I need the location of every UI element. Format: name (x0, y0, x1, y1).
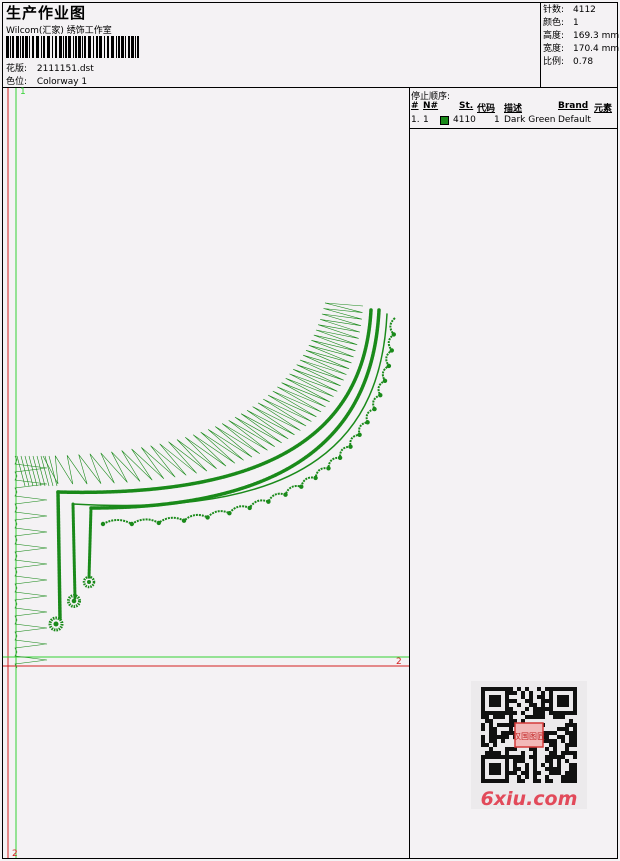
row-stitches: 1 (494, 115, 500, 125)
stat-label: 高度: (543, 31, 565, 41)
stat-value: 1 (573, 18, 579, 28)
col-stitches: St. (459, 101, 474, 111)
stat-width: 宽度: 170.4 mm (543, 43, 619, 56)
stat-height: 高度: 169.3 mm (543, 30, 619, 43)
colorway-value: Colorway 1 (36, 77, 88, 87)
colorway-label: 色位: (6, 77, 28, 87)
stat-value: 0.78 (573, 57, 594, 67)
stat-stitches: 针数: 4112 (543, 4, 619, 17)
stat-label: 宽度: (543, 44, 565, 54)
col-brand: Brand (558, 101, 589, 111)
barcode-image (6, 36, 139, 58)
company-name: Wilcom(汇家) 绣饰工作室 (6, 26, 112, 36)
colorway-row: 色位: Colorway 1 (6, 74, 87, 87)
row-description: Dark Green (504, 115, 556, 125)
stat-label: 比例: (543, 57, 565, 67)
row-index: 1. (411, 115, 420, 125)
design-file-row: 花版: 2111151.dst (6, 61, 94, 74)
col-index: # (411, 101, 419, 111)
col-description: 描述 (504, 104, 523, 114)
page-title: 生产作业图 (6, 4, 87, 22)
row-brand: Default (558, 115, 591, 125)
stat-value: 169.3 mm (573, 31, 620, 41)
stat-label: 针数: (543, 5, 565, 15)
stat-scale: 比例: 0.78 (543, 56, 619, 69)
green-axis-label-top: 1 (20, 87, 26, 97)
col-element: 元素 (594, 104, 613, 114)
red-axis-label-bottom: 2 (12, 849, 18, 859)
axis-label-right: 2 (396, 657, 402, 667)
satin-bands (56, 308, 388, 620)
stats-list: 针数: 4112 颜色: 1 高度: 169.3 mm 宽度: 170.4 mm 比例:… (543, 4, 619, 69)
row-needle: 1 (423, 115, 429, 125)
col-code: 代码 (477, 104, 496, 114)
design-file-value: 2111151.dst (36, 64, 94, 74)
stat-value: 4112 (573, 5, 596, 15)
stat-value: 170.4 mm (573, 44, 620, 54)
row-code: 4110 (453, 115, 476, 125)
stat-colors: 颜色: 1 (543, 17, 619, 30)
svg-text:汉国图匠: 汉国图匠 (513, 732, 545, 741)
qr-watermark-image: 汉国图匠 6xiu.com (471, 681, 587, 809)
embroidery-preview[interactable] (3, 88, 409, 858)
table-separator (410, 128, 617, 129)
col-needle: N# (423, 101, 439, 111)
svg-text:6xiu.com: 6xiu.com (481, 788, 578, 809)
design-file-label: 花版: (6, 64, 28, 74)
color-swatch (440, 116, 449, 125)
stat-label: 颜色: (543, 18, 565, 28)
flower-ornaments (48, 575, 96, 632)
